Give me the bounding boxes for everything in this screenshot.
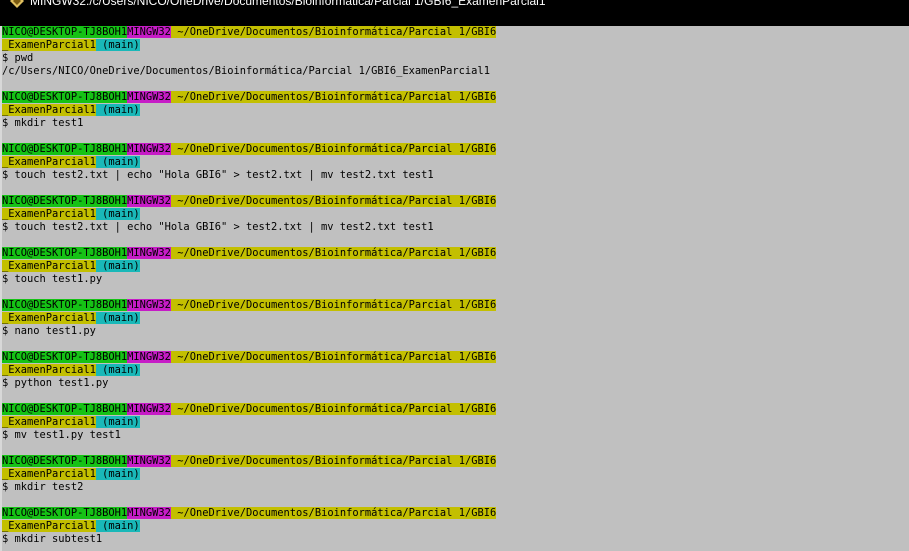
prompt-env: MINGW32: [127, 299, 171, 311]
command-line: $ python test1.py: [2, 377, 109, 389]
command-line: $ pwd: [2, 52, 34, 64]
prompt-line: NICO@DESKTOP-TJ8BOH1MINGW32 ~/OneDrive/D…: [2, 299, 497, 312]
prompt-line-continued: _ExamenParcial1 (main): [2, 208, 140, 221]
prompt-line: NICO@DESKTOP-TJ8BOH1MINGW32 ~/OneDrive/D…: [2, 91, 497, 104]
prompt-branch: (main): [102, 208, 140, 220]
prompt-user: NICO@DESKTOP-TJ8BOH1: [2, 26, 128, 38]
prompt-env: MINGW32: [127, 455, 171, 467]
prompt-user: NICO@DESKTOP-TJ8BOH1: [2, 247, 128, 259]
prompt-user: NICO@DESKTOP-TJ8BOH1: [2, 351, 128, 363]
prompt-line-continued: _ExamenParcial1 (main): [2, 416, 140, 429]
prompt-branch: (main): [102, 104, 140, 116]
prompt-user: NICO@DESKTOP-TJ8BOH1: [2, 143, 128, 155]
prompt-line-continued: _ExamenParcial1 (main): [2, 39, 140, 52]
prompt-branch: (main): [102, 260, 140, 272]
prompt-env: MINGW32: [127, 403, 171, 415]
prompt-branch: (main): [102, 520, 140, 532]
prompt-line: NICO@DESKTOP-TJ8BOH1MINGW32 ~/OneDrive/D…: [2, 455, 497, 468]
command-output: /c/Users/NICO/OneDrive/Documentos/Bioinf…: [2, 65, 490, 77]
prompt-line-continued: _ExamenParcial1 (main): [2, 312, 140, 325]
prompt-user: NICO@DESKTOP-TJ8BOH1: [2, 195, 128, 207]
prompt-line-continued: _ExamenParcial1 (main): [2, 364, 140, 377]
prompt-line-continued: _ExamenParcial1 (main): [2, 520, 140, 533]
prompt-path-continued: _ExamenParcial1: [2, 520, 96, 532]
prompt-line-continued: _ExamenParcial1 (main): [2, 468, 140, 481]
prompt-branch: (main): [102, 156, 140, 168]
command-line: $ touch test1.py: [2, 273, 103, 285]
command-line: $ mkdir subtest1: [2, 533, 103, 545]
prompt-path: ~/OneDrive/Documentos/Bioinformática/Par…: [177, 351, 497, 363]
prompt-line-continued: _ExamenParcial1 (main): [2, 104, 140, 117]
prompt-env: MINGW32: [127, 247, 171, 259]
window-title: MINGW32:/c/Users/NICO/OneDrive/Documento…: [30, 0, 546, 8]
terminal-output[interactable]: NICO@DESKTOP-TJ8BOH1MINGW32 ~/OneDrive/D…: [0, 26, 909, 551]
prompt-env: MINGW32: [127, 351, 171, 363]
prompt-line: NICO@DESKTOP-TJ8BOH1MINGW32 ~/OneDrive/D…: [2, 143, 497, 156]
prompt-path-continued: _ExamenParcial1: [2, 416, 96, 428]
prompt-user: NICO@DESKTOP-TJ8BOH1: [2, 507, 128, 519]
prompt-path: ~/OneDrive/Documentos/Bioinformática/Par…: [177, 455, 497, 467]
prompt-branch: (main): [102, 364, 140, 376]
prompt-branch: (main): [102, 416, 140, 428]
prompt-user: NICO@DESKTOP-TJ8BOH1: [2, 91, 128, 103]
prompt-path: ~/OneDrive/Documentos/Bioinformática/Par…: [177, 247, 497, 259]
prompt-line: NICO@DESKTOP-TJ8BOH1MINGW32 ~/OneDrive/D…: [2, 403, 497, 416]
prompt-path-continued: _ExamenParcial1: [2, 312, 96, 324]
prompt-path-continued: _ExamenParcial1: [2, 260, 96, 272]
prompt-path: ~/OneDrive/Documentos/Bioinformática/Par…: [177, 403, 497, 415]
prompt-env: MINGW32: [127, 507, 171, 519]
prompt-path: ~/OneDrive/Documentos/Bioinformática/Par…: [177, 91, 497, 103]
window-titlebar[interactable]: MINGW32:/c/Users/NICO/OneDrive/Documento…: [0, 0, 909, 26]
prompt-env: MINGW32: [127, 143, 171, 155]
prompt-line: NICO@DESKTOP-TJ8BOH1MINGW32 ~/OneDrive/D…: [2, 247, 497, 260]
prompt-line-continued: _ExamenParcial1 (main): [2, 156, 140, 169]
prompt-env: MINGW32: [127, 91, 171, 103]
prompt-path-continued: _ExamenParcial1: [2, 104, 96, 116]
prompt-path-continued: _ExamenParcial1: [2, 468, 96, 480]
command-line: $ mv test1.py test1: [2, 429, 121, 441]
prompt-user: NICO@DESKTOP-TJ8BOH1: [2, 299, 128, 311]
prompt-branch: (main): [102, 468, 140, 480]
prompt-line-continued: _ExamenParcial1 (main): [2, 260, 140, 273]
prompt-env: MINGW32: [127, 195, 171, 207]
prompt-path-continued: _ExamenParcial1: [2, 364, 96, 376]
prompt-line: NICO@DESKTOP-TJ8BOH1MINGW32 ~/OneDrive/D…: [2, 195, 497, 208]
prompt-user: NICO@DESKTOP-TJ8BOH1: [2, 455, 128, 467]
prompt-branch: (main): [102, 312, 140, 324]
prompt-path: ~/OneDrive/Documentos/Bioinformática/Par…: [177, 26, 497, 38]
command-line: $ touch test2.txt | echo "Hola GBI6" > t…: [2, 221, 434, 233]
prompt-line: NICO@DESKTOP-TJ8BOH1MINGW32 ~/OneDrive/D…: [2, 507, 497, 520]
prompt-path-continued: _ExamenParcial1: [2, 156, 96, 168]
prompt-path: ~/OneDrive/Documentos/Bioinformática/Par…: [177, 299, 497, 311]
prompt-path: ~/OneDrive/Documentos/Bioinformática/Par…: [177, 143, 497, 155]
command-line: $ mkdir test1: [2, 117, 84, 129]
prompt-path: ~/OneDrive/Documentos/Bioinformática/Par…: [177, 195, 497, 207]
command-line: $ touch test2.txt | echo "Hola GBI6" > t…: [2, 169, 434, 181]
prompt-branch: (main): [102, 39, 140, 51]
prompt-user: NICO@DESKTOP-TJ8BOH1: [2, 403, 128, 415]
prompt-path: ~/OneDrive/Documentos/Bioinformática/Par…: [177, 507, 497, 519]
prompt-line: NICO@DESKTOP-TJ8BOH1MINGW32 ~/OneDrive/D…: [2, 351, 497, 364]
prompt-path-continued: _ExamenParcial1: [2, 208, 96, 220]
prompt-line: NICO@DESKTOP-TJ8BOH1MINGW32 ~/OneDrive/D…: [2, 26, 497, 39]
git-bash-icon: [10, 0, 24, 8]
prompt-path-continued: _ExamenParcial1: [2, 39, 96, 51]
command-line: $ nano test1.py: [2, 325, 96, 337]
command-line: $ mkdir test2: [2, 481, 84, 493]
prompt-env: MINGW32: [127, 26, 171, 38]
